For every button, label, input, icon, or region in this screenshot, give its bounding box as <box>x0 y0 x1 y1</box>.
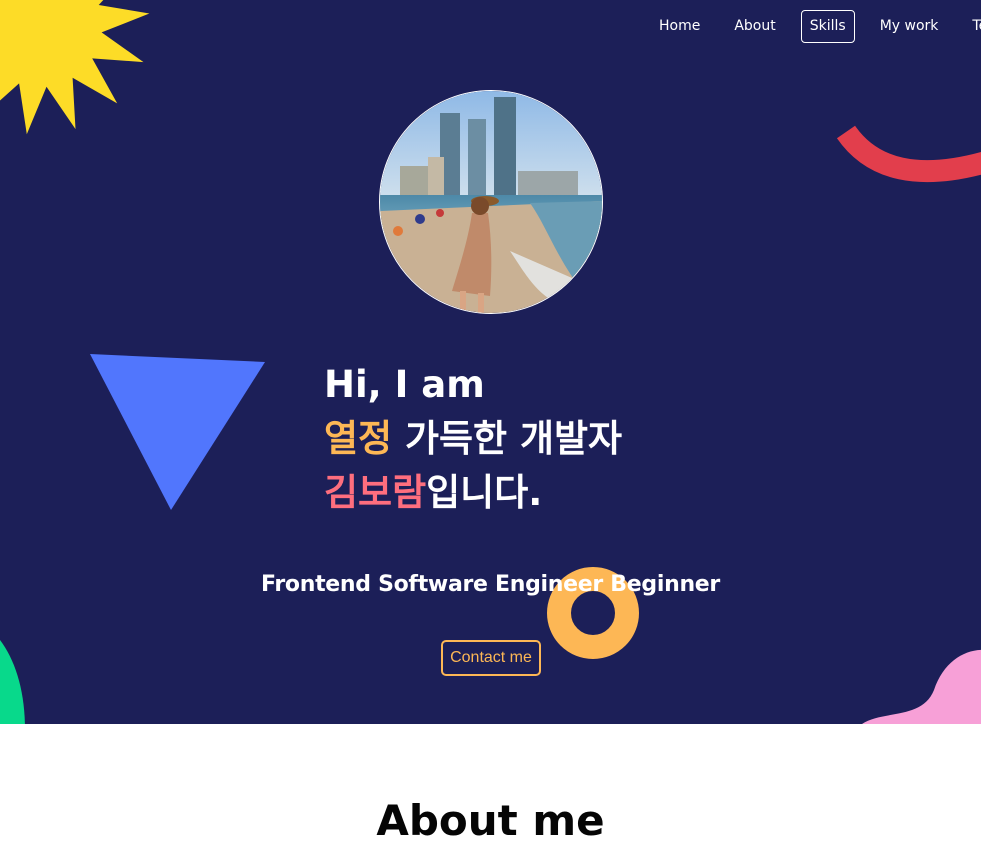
hero-greeting: Hi, I am 열정 가득한 개발자 김보람입니다. <box>324 358 622 520</box>
blue-triangle-shape <box>90 354 265 510</box>
greeting-highlight-passion: 열정 <box>324 417 393 460</box>
nav-home-link[interactable]: Home <box>650 10 709 43</box>
red-arc-shape <box>836 125 981 183</box>
greeting-line2: 열정 가득한 개발자 <box>324 412 622 466</box>
greeting-line3: 김보람입니다. <box>324 466 622 520</box>
nav-my-work-link[interactable]: My work <box>871 10 948 43</box>
greeting-highlight-name: 김보람 <box>324 471 427 514</box>
hero-section: Home About Skills My work Te <box>0 0 981 724</box>
greeting-line1: Hi, I am <box>324 363 485 406</box>
avatar-photo <box>380 91 602 313</box>
main-nav: Home About Skills My work Te <box>650 9 981 43</box>
about-section-title: About me <box>376 796 605 845</box>
greeting-line3-rest: 입니다. <box>426 471 543 514</box>
green-blob-shape <box>0 640 25 724</box>
contact-me-button[interactable]: Contact me <box>441 640 541 676</box>
nav-skills-link[interactable]: Skills <box>800 9 855 43</box>
pink-blob-shape <box>862 649 981 724</box>
greeting-line2-rest: 가득한 개발자 <box>392 417 623 460</box>
nav-about-link[interactable]: About <box>725 10 784 43</box>
nav-testimonials-link[interactable]: Te <box>963 10 981 43</box>
hero-subtitle: Frontend Software Engineer Beginner <box>261 572 720 597</box>
sun-shape <box>0 0 150 135</box>
avatar <box>379 90 603 314</box>
